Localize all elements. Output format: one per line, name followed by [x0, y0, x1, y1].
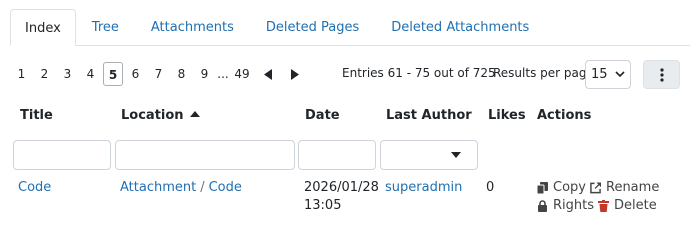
page-link[interactable]: 2: [33, 62, 56, 86]
kebab-menu-icon: [659, 67, 664, 82]
current-page: 5: [103, 62, 123, 86]
column-header-likes[interactable]: Likes: [488, 108, 526, 123]
row-author-link[interactable]: superadmin: [385, 179, 462, 197]
next-page-icon[interactable]: [284, 62, 304, 86]
trash-icon: [598, 199, 609, 212]
tab-deleted-attachments[interactable]: Deleted Attachments: [375, 9, 545, 46]
external-link-icon: [590, 182, 601, 193]
rights-label: Rights: [553, 198, 595, 213]
title-filter-input[interactable]: [13, 140, 111, 170]
results-per-page-value: 15: [591, 67, 608, 82]
location-separator: /: [200, 180, 205, 195]
page-link[interactable]: 7: [147, 62, 170, 86]
results-per-page-select[interactable]: 15: [585, 60, 631, 89]
page-link[interactable]: 4: [79, 62, 102, 86]
location-filter-input[interactable]: [115, 140, 295, 170]
more-options-button[interactable]: [643, 60, 680, 89]
tab-attachments[interactable]: Attachments: [135, 9, 250, 46]
location-parent-link[interactable]: Attachment: [120, 180, 196, 195]
delete-label: Delete: [614, 198, 657, 213]
pagination: 1 2 3 4 5 6 7 8 9 ... 49: [10, 62, 304, 86]
author-filter-select[interactable]: [380, 140, 478, 170]
entries-count: Entries 61 - 75 out of 725: [342, 66, 496, 80]
row-location: Attachment / Code: [120, 179, 242, 197]
row-date: 2026/01/28 13:05: [304, 179, 379, 215]
copy-icon: [537, 181, 548, 194]
column-header-location-label: Location: [121, 108, 184, 123]
copy-label: Copy: [553, 180, 586, 195]
row-title-link[interactable]: Code: [18, 179, 51, 197]
prev-page-icon[interactable]: [258, 62, 278, 86]
row-date-day: 2026/01/28: [304, 180, 379, 195]
sort-ascending-icon: [189, 111, 200, 117]
page-link[interactable]: 9: [193, 62, 216, 86]
row-likes: 0: [486, 180, 495, 195]
tab-index[interactable]: Index: [10, 9, 76, 46]
date-filter-input[interactable]: [298, 140, 376, 170]
location-child-link[interactable]: Code: [209, 180, 242, 195]
column-header-date[interactable]: Date: [305, 108, 340, 123]
page-link[interactable]: 8: [170, 62, 193, 86]
column-header-actions: Actions: [537, 108, 592, 123]
chevron-down-icon: [615, 71, 625, 78]
page-link[interactable]: 6: [124, 62, 147, 86]
column-header-location[interactable]: Location: [121, 108, 200, 123]
rename-action[interactable]: Rename: [590, 180, 659, 195]
column-header-last-author[interactable]: Last Author: [386, 108, 472, 123]
row-date-time: 13:05: [304, 198, 342, 213]
column-header-title[interactable]: Title: [20, 108, 53, 123]
copy-action[interactable]: Copy: [537, 180, 586, 195]
tab-tree[interactable]: Tree: [76, 9, 135, 46]
page-link[interactable]: 3: [56, 62, 79, 86]
tab-deleted-pages[interactable]: Deleted Pages: [250, 9, 375, 46]
tab-bar: Index Tree Attachments Deleted Pages Del…: [10, 9, 690, 46]
caret-down-icon: [451, 152, 461, 158]
rename-label: Rename: [606, 180, 660, 195]
results-per-page-label: Results per page:: [493, 66, 598, 80]
page-ellipsis: ...: [217, 67, 229, 81]
lock-icon: [538, 199, 547, 212]
last-page-link[interactable]: 49: [230, 62, 254, 86]
delete-action[interactable]: Delete: [598, 198, 657, 213]
page-link[interactable]: 1: [10, 62, 33, 86]
rights-action[interactable]: Rights: [537, 198, 594, 213]
